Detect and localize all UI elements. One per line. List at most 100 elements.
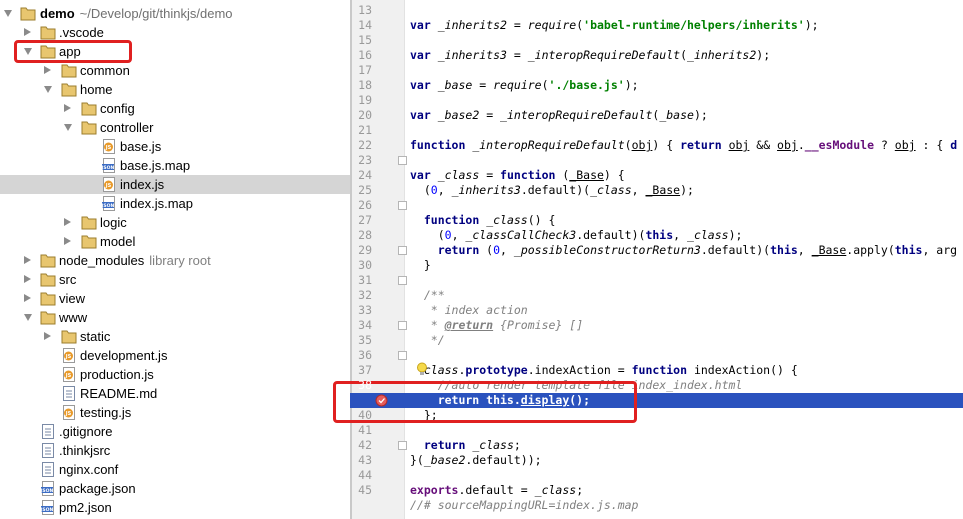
line-number[interactable]: 29 xyxy=(350,243,372,258)
tree-item-production-js[interactable]: JS production.js xyxy=(0,365,350,384)
tree-item-config[interactable]: config xyxy=(0,99,350,118)
expand-arrow-icon[interactable] xyxy=(44,66,51,74)
tree-item-base-js[interactable]: JS base.js xyxy=(0,137,350,156)
line-number[interactable]: 45 xyxy=(350,483,372,498)
line-number[interactable]: 25 xyxy=(350,183,372,198)
tree-item-nginx-conf[interactable]: nginx.conf xyxy=(0,460,350,479)
tree-item-model[interactable]: model xyxy=(0,232,350,251)
fold-marker-icon[interactable] xyxy=(398,441,407,450)
code-line-45[interactable]: //# sourceMappingURL=index.js.map xyxy=(410,498,963,513)
line-number[interactable]: 36 xyxy=(350,348,372,363)
tree-item-node-modules[interactable]: node_modules library root xyxy=(0,251,350,270)
line-number[interactable]: 23 xyxy=(350,153,372,168)
tree-item-home[interactable]: home xyxy=(0,80,350,99)
tree-item-development-js[interactable]: JS development.js xyxy=(0,346,350,365)
code-line-23[interactable]: var _class = function (_Base) { xyxy=(410,168,963,183)
line-number[interactable]: 34 xyxy=(350,318,372,333)
tree-item-testing-js[interactable]: JS testing.js xyxy=(0,403,350,422)
expand-arrow-icon[interactable] xyxy=(24,294,31,302)
code-line-24[interactable]: (0, _inherits3.default)(_class, _Base); xyxy=(410,183,963,198)
code-line-41[interactable]: return _class; xyxy=(410,438,963,453)
code-line-36[interactable]: class.prototype.indexAction = function i… xyxy=(410,363,963,378)
tree-item-controller[interactable]: controller xyxy=(0,118,350,137)
tree-item-common[interactable]: common xyxy=(0,61,350,80)
tree-root-row[interactable]: demo ~/Develop/git/thinkjs/demo xyxy=(0,4,350,23)
code-line-31[interactable]: /** xyxy=(410,288,963,303)
expand-arrow-icon[interactable] xyxy=(4,10,12,17)
tree-item-index-js[interactable]: JS index.js xyxy=(0,175,350,194)
line-number[interactable]: 14 xyxy=(350,18,372,33)
tree-item-www[interactable]: www xyxy=(0,308,350,327)
code-line-21[interactable]: function _interopRequireDefault(obj) { r… xyxy=(410,138,963,153)
code-line-26[interactable]: function _class() { xyxy=(410,213,963,228)
line-number[interactable]: 41 xyxy=(350,423,372,438)
tree-item-index-js-map[interactable]: JSON index.js.map xyxy=(0,194,350,213)
js-file-icon: JS xyxy=(63,348,75,363)
fold-marker-icon[interactable] xyxy=(398,201,407,210)
expand-arrow-icon[interactable] xyxy=(24,28,31,36)
line-number[interactable]: 38 xyxy=(350,378,372,393)
expand-arrow-icon[interactable] xyxy=(44,332,51,340)
line-number[interactable]: 13 xyxy=(350,3,372,18)
code-line-17[interactable]: var _base = require('./base.js'); xyxy=(410,78,963,93)
project-name: demo xyxy=(40,6,75,21)
line-number[interactable]: 31 xyxy=(350,273,372,288)
expand-arrow-icon[interactable] xyxy=(64,218,71,226)
tree-item-package-json[interactable]: JSON package.json xyxy=(0,479,350,498)
collapse-arrow-icon[interactable] xyxy=(44,86,52,93)
fold-marker-icon[interactable] xyxy=(398,276,407,285)
code-line-33[interactable]: * @return {Promise} [] xyxy=(410,318,963,333)
line-number[interactable]: 19 xyxy=(350,93,372,108)
lightbulb-icon[interactable] xyxy=(416,362,428,377)
code-line-13[interactable]: var _inherits2 = require('babel-runtime/… xyxy=(410,18,963,33)
line-number[interactable]: 32 xyxy=(350,288,372,303)
tree-item-static[interactable]: static xyxy=(0,327,350,346)
line-number[interactable]: 16 xyxy=(350,48,372,63)
line-number[interactable]: 30 xyxy=(350,258,372,273)
code-line-15[interactable]: var _inherits3 = _interopRequireDefault(… xyxy=(410,48,963,63)
line-number[interactable]: 21 xyxy=(350,123,372,138)
fold-marker-icon[interactable] xyxy=(398,351,407,360)
code-line-44[interactable]: exports.default = _class; xyxy=(410,483,963,498)
tree-item-pm2-json[interactable]: JSON pm2.json xyxy=(0,498,350,517)
line-number[interactable]: 17 xyxy=(350,63,372,78)
code-line-29[interactable]: } xyxy=(410,258,963,273)
code-line-19[interactable]: var _base2 = _interopRequireDefault(_bas… xyxy=(410,108,963,123)
expand-arrow-icon[interactable] xyxy=(24,275,31,283)
line-number[interactable]: 33 xyxy=(350,303,372,318)
line-number[interactable]: 22 xyxy=(350,138,372,153)
line-number[interactable]: 37 xyxy=(350,363,372,378)
tree-item-readme-md[interactable]: README.md xyxy=(0,384,350,403)
code-editor[interactable]: 13 14 15 16 17 18 19 20 21 22 23 24 25 26 27 28 29 30 31 32… xyxy=(350,0,963,519)
line-number[interactable]: 20 xyxy=(350,108,372,123)
line-number[interactable]: 35 xyxy=(350,333,372,348)
tree-item-src[interactable]: src xyxy=(0,270,350,289)
line-number[interactable]: 24 xyxy=(350,168,372,183)
code-line-28[interactable]: return (0, _possibleConstructorReturn3.d… xyxy=(410,243,963,258)
code-line-32[interactable]: * index action xyxy=(410,303,963,318)
line-number[interactable]: 15 xyxy=(350,33,372,48)
tree-item-base-js-map[interactable]: JSON base.js.map xyxy=(0,156,350,175)
line-number[interactable]: 44 xyxy=(350,468,372,483)
tree-item-logic[interactable]: logic xyxy=(0,213,350,232)
line-number[interactable]: 18 xyxy=(350,78,372,93)
collapse-arrow-icon[interactable] xyxy=(24,314,32,321)
line-number[interactable]: 43 xyxy=(350,453,372,468)
code-line-42[interactable]: }(_base2.default)); xyxy=(410,453,963,468)
expand-arrow-icon[interactable] xyxy=(64,237,71,245)
line-number[interactable]: 28 xyxy=(350,228,372,243)
fold-marker-icon[interactable] xyxy=(398,321,407,330)
expand-arrow-icon[interactable] xyxy=(64,104,71,112)
tree-item-view[interactable]: view xyxy=(0,289,350,308)
collapse-arrow-icon[interactable] xyxy=(64,124,72,131)
code-line-34[interactable]: */ xyxy=(410,333,963,348)
line-number[interactable]: 26 xyxy=(350,198,372,213)
fold-marker-icon[interactable] xyxy=(398,156,407,165)
fold-marker-icon[interactable] xyxy=(398,246,407,255)
line-number[interactable]: 42 xyxy=(350,438,372,453)
code-line-27[interactable]: (0, _classCallCheck3.default)(this, _cla… xyxy=(410,228,963,243)
expand-arrow-icon[interactable] xyxy=(24,256,31,264)
line-number[interactable]: 27 xyxy=(350,213,372,228)
tree-item-thinkjsrc[interactable]: .thinkjsrc xyxy=(0,441,350,460)
tree-item-gitignore[interactable]: .gitignore xyxy=(0,422,350,441)
